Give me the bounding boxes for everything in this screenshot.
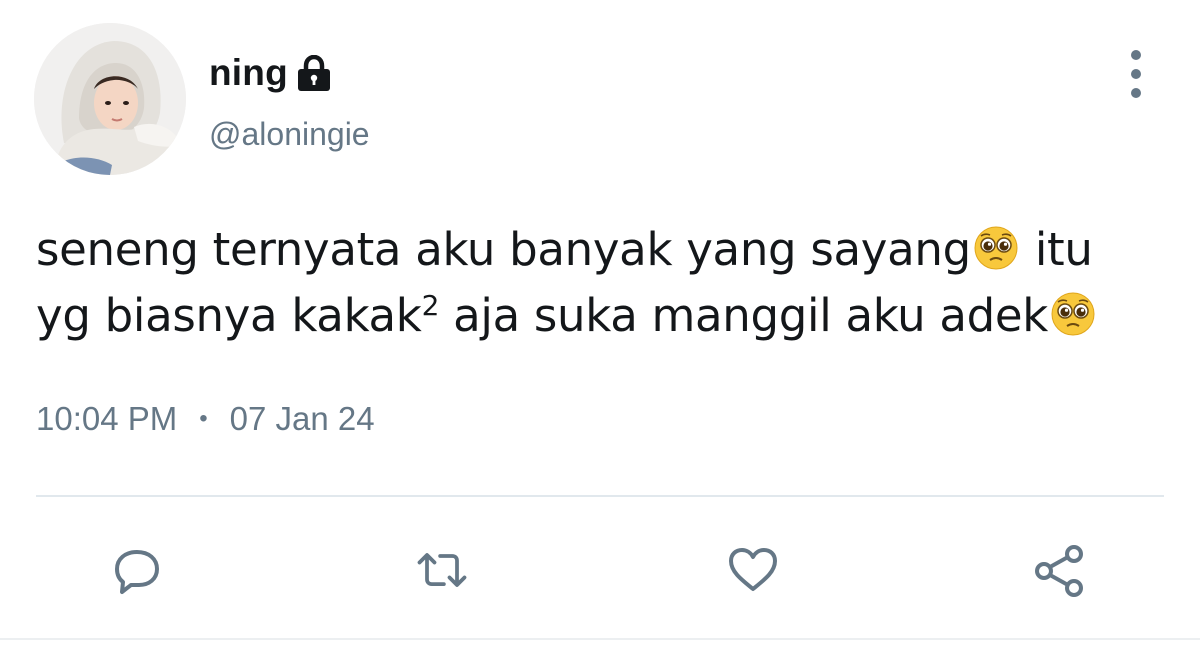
tweet-line-1: seneng ternyata aku banyak yang sayang i… [36, 217, 1166, 283]
tweet-actions-bar [0, 530, 1200, 610]
tweet-line-2-text: yg biasnya kakak [36, 289, 422, 342]
pleading-face-emoji [1051, 292, 1095, 336]
more-vertical-icon-dot [1131, 88, 1141, 98]
share-icon [1035, 545, 1083, 597]
reply-icon [115, 550, 159, 594]
user-name-row[interactable]: ning [209, 50, 332, 96]
heart-icon [729, 548, 777, 591]
tweet-timestamp[interactable]: 10:04 PM • 07 Jan 24 [36, 400, 375, 438]
tweet-line-1-text: seneng ternyata aku banyak yang sayang [36, 223, 971, 276]
more-vertical-icon [1131, 50, 1141, 60]
like-button[interactable] [723, 540, 783, 600]
tweet-text: seneng ternyata aku banyak yang sayang i… [36, 217, 1166, 349]
avatar-photo [34, 23, 186, 175]
share-button[interactable] [1030, 540, 1090, 600]
display-name[interactable]: ning [209, 52, 288, 94]
divider [36, 495, 1164, 497]
more-options-button[interactable] [1118, 50, 1154, 98]
tweet-line-2: yg biasnya kakak2 aja suka manggil aku a… [36, 283, 1166, 349]
tweet-date[interactable]: 07 Jan 24 [230, 400, 375, 438]
pleading-face-emoji [974, 226, 1018, 270]
retweet-button[interactable] [412, 540, 472, 600]
reply-button[interactable] [107, 540, 167, 600]
bottom-divider [0, 638, 1200, 640]
tweet-time[interactable]: 10:04 PM [36, 400, 177, 438]
tweet-superscript: 2 [421, 289, 440, 322]
tweet-line-2-rest: aja suka manggil aku adek [439, 289, 1049, 342]
user-handle[interactable]: @aloningie [209, 116, 370, 153]
tweet-line-1-end: itu [1034, 223, 1093, 276]
timestamp-separator: • [199, 405, 208, 432]
retweet-icon [417, 553, 467, 587]
lock-icon [297, 55, 330, 91]
avatar[interactable] [34, 23, 186, 175]
more-vertical-icon-dot [1131, 69, 1141, 79]
